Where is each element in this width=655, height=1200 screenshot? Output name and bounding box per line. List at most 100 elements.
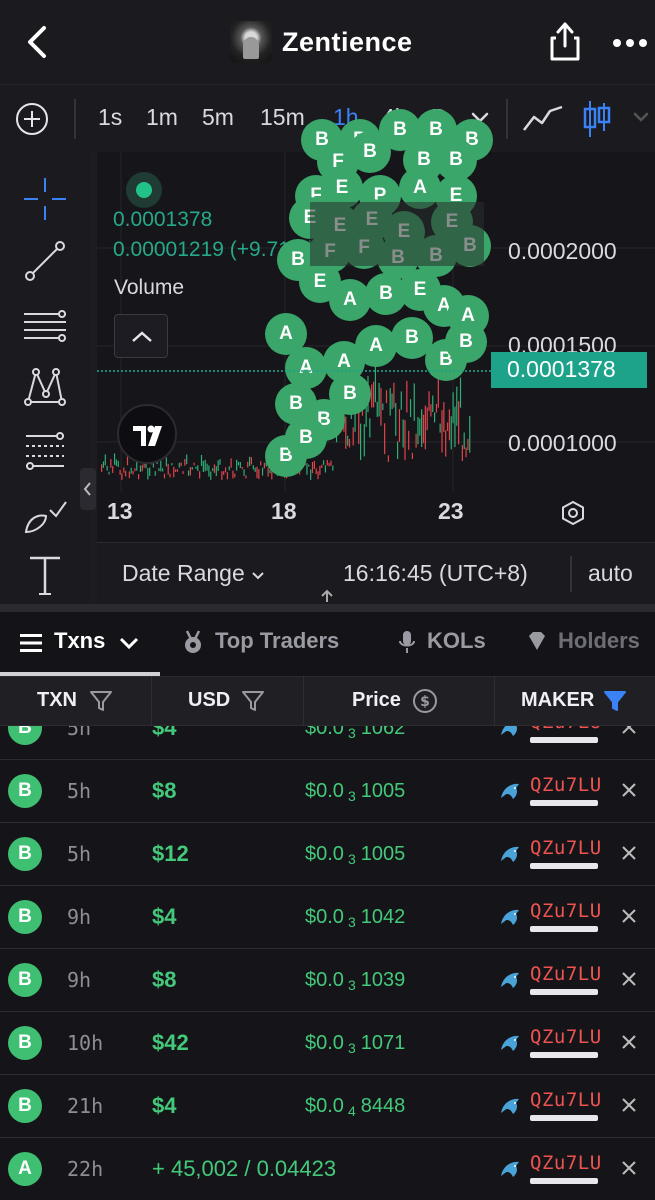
txn-usd: $4: [152, 904, 177, 929]
table-row[interactable]: B 10h $42 $0.0 3 1071 QZu7LU: [0, 1012, 655, 1075]
brush-icon[interactable]: [22, 492, 68, 538]
candle: [463, 432, 465, 450]
candle: [378, 382, 380, 417]
table-row[interactable]: B 5h $4 $0.03 1062 QZu7LU: [0, 726, 655, 760]
table-row[interactable]: A 22h + 45,002 / 0.04423 QZu7LU: [0, 1138, 655, 1200]
table-row[interactable]: B 21h $4 $0.0 4 8448 QZu7LU: [0, 1075, 655, 1138]
candle: [110, 459, 112, 468]
maker-address[interactable]: QZu7LU: [530, 774, 602, 796]
timezone-clock[interactable]: 16:16:45 (UTC+8): [343, 560, 528, 587]
add-indicator-icon[interactable]: [15, 102, 49, 136]
collapse-toolbar-tab[interactable]: [80, 468, 96, 510]
candle: [326, 459, 328, 466]
tab-holders[interactable]: Holders: [558, 628, 640, 654]
back-arrow-icon[interactable]: [22, 24, 52, 60]
close-icon[interactable]: [619, 1095, 639, 1115]
table-row[interactable]: B 9h $8 $0.0 3 1039 QZu7LU: [0, 949, 655, 1012]
filter-active-icon[interactable]: [602, 688, 628, 714]
maker-address[interactable]: QZu7LU: [530, 963, 602, 985]
candle: [328, 462, 330, 467]
candle: [319, 465, 321, 475]
txn-price: $0.0 3 1062: [305, 726, 405, 741]
candle: [195, 466, 197, 469]
maker-address[interactable]: QZu7LU: [530, 1026, 602, 1048]
close-icon[interactable]: [619, 726, 639, 737]
candle: [171, 463, 173, 466]
close-icon[interactable]: [619, 1032, 639, 1052]
maker-address[interactable]: QZu7LU: [530, 837, 602, 859]
more-options-icon[interactable]: [612, 38, 648, 48]
candle: [186, 454, 188, 465]
tab-top-traders[interactable]: Top Traders: [215, 628, 339, 654]
candle: [249, 456, 251, 467]
column-header-txn[interactable]: TXN: [37, 689, 77, 712]
close-icon[interactable]: [619, 843, 639, 863]
timeframe-5m[interactable]: 5m: [202, 104, 234, 131]
close-icon[interactable]: [619, 906, 639, 926]
buy-badge: B: [8, 774, 42, 808]
candle: [461, 444, 463, 462]
price-digits: 1039: [360, 969, 406, 991]
table-row[interactable]: B 9h $4 $0.0 3 1042 QZu7LU: [0, 886, 655, 949]
candle: [415, 433, 417, 448]
candle: [132, 471, 134, 475]
chart-settings-icon[interactable]: [560, 500, 586, 526]
candlestick-icon[interactable]: [582, 99, 612, 139]
chart-type-chevron-icon[interactable]: [632, 111, 650, 125]
price-zero-count: 3: [347, 1040, 356, 1056]
crosshair-icon[interactable]: [22, 176, 68, 222]
volume-collapse-button[interactable]: [114, 314, 168, 358]
timeframe-1s[interactable]: 1s: [98, 104, 122, 131]
current-price-badge: 0.0001378: [491, 352, 647, 388]
tab-txns[interactable]: Txns: [54, 628, 105, 654]
candle: [247, 461, 249, 468]
tab-kols[interactable]: KOLs: [427, 628, 486, 654]
candle: [115, 459, 117, 466]
close-icon[interactable]: [619, 969, 639, 989]
timeframe-1m[interactable]: 1m: [146, 104, 178, 131]
candle: [348, 438, 351, 448]
timeframe-15m[interactable]: 15m: [260, 104, 305, 131]
trade-marker: B: [329, 373, 371, 415]
price-prefix: $0.0: [305, 969, 344, 991]
tradingview-logo[interactable]: [117, 404, 177, 464]
chevron-down-icon[interactable]: [116, 630, 142, 656]
table-row[interactable]: B 5h $8 $0.0 3 1005 QZu7LU: [0, 760, 655, 823]
close-icon[interactable]: [619, 1158, 639, 1178]
trend-line-icon[interactable]: [22, 238, 68, 284]
line-chart-icon[interactable]: [522, 105, 564, 133]
horizontal-lines-icon[interactable]: [22, 302, 68, 348]
table-row[interactable]: B 5h $12 $0.0 3 1005 QZu7LU: [0, 823, 655, 886]
candle: [411, 452, 413, 459]
maker-underline: [530, 1115, 598, 1121]
column-header-usd[interactable]: USD: [188, 689, 230, 712]
maker-address[interactable]: QZu7LU: [530, 1089, 602, 1111]
candle: [239, 461, 241, 469]
fib-tool-icon[interactable]: [22, 428, 68, 474]
share-icon[interactable]: [548, 20, 582, 62]
scale-mode-toggle[interactable]: auto: [588, 560, 633, 587]
drawing-toolbar: [0, 152, 90, 604]
maker-underline: [530, 863, 598, 869]
currency-toggle-icon[interactable]: $: [412, 688, 438, 714]
maker-address[interactable]: QZu7LU: [530, 726, 602, 733]
tradingview-icon: [133, 425, 162, 446]
candle: [187, 470, 190, 476]
text-tool-icon[interactable]: [22, 552, 68, 598]
close-icon[interactable]: [619, 780, 639, 800]
column-header-price[interactable]: Price: [352, 689, 401, 712]
candle: [228, 466, 230, 471]
filter-icon[interactable]: [240, 688, 266, 714]
price-prefix: $0.0: [305, 906, 344, 928]
txn-usd: $12: [152, 841, 189, 866]
filter-icon[interactable]: [88, 688, 114, 714]
pattern-tool-icon[interactable]: [22, 364, 68, 410]
column-header-maker[interactable]: MAKER: [521, 689, 594, 712]
candle: [445, 430, 447, 457]
price-digits: 8448: [360, 1095, 406, 1117]
maker-address[interactable]: QZu7LU: [530, 1152, 602, 1174]
date-range-button[interactable]: Date Range: [122, 560, 265, 587]
y-tick-label: 0.0002000: [508, 238, 617, 264]
maker-address[interactable]: QZu7LU: [530, 900, 602, 922]
candle: [317, 471, 319, 480]
